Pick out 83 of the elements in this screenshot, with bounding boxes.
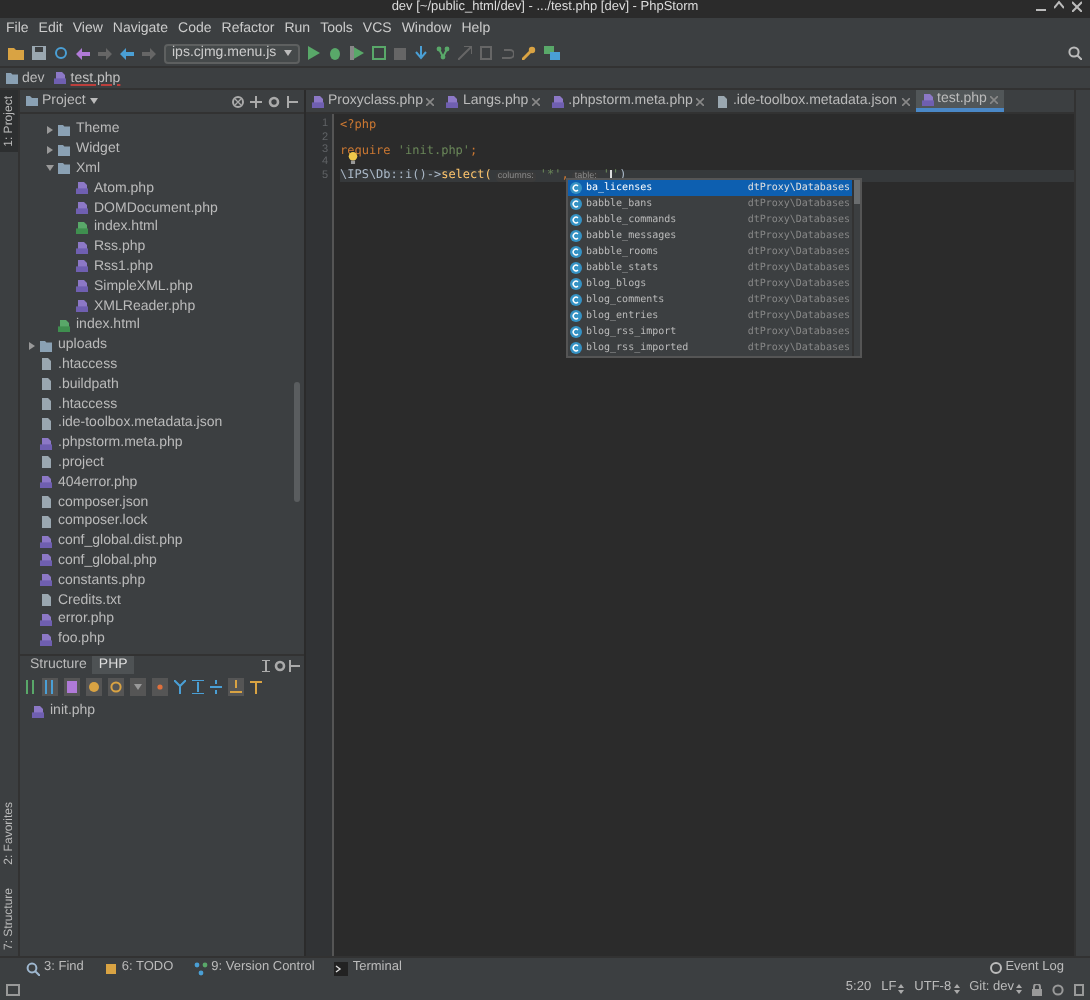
scrollbar[interactable] bbox=[854, 180, 860, 204]
warning-icon[interactable] bbox=[86, 678, 102, 696]
php-file-icon bbox=[40, 574, 52, 587]
caret-icon bbox=[89, 98, 98, 104]
caret-icon bbox=[953, 984, 960, 994]
php-file-icon bbox=[446, 95, 459, 107]
html-file-icon bbox=[76, 221, 88, 234]
lock-icon[interactable] bbox=[1032, 983, 1042, 995]
note-icon bbox=[103, 961, 118, 975]
expand-icon[interactable] bbox=[260, 659, 272, 671]
php-file-icon bbox=[76, 202, 88, 215]
expand-all-icon[interactable] bbox=[192, 680, 204, 694]
search-icon[interactable] bbox=[1068, 46, 1082, 60]
search-icon bbox=[26, 961, 40, 975]
vcs-update-icon[interactable] bbox=[414, 46, 429, 60]
terminal-icon bbox=[334, 961, 349, 975]
class-icon bbox=[570, 294, 582, 306]
wrench-icon[interactable] bbox=[522, 46, 537, 60]
sort-icon[interactable] bbox=[24, 680, 36, 694]
sort-alpha-icon[interactable] bbox=[42, 678, 58, 696]
scroll-from-source-icon[interactable] bbox=[250, 95, 262, 107]
php-file-icon bbox=[40, 476, 52, 489]
class-icon bbox=[570, 198, 582, 210]
run-icon[interactable] bbox=[308, 46, 321, 60]
folder-icon bbox=[40, 339, 52, 352]
hide-icon[interactable] bbox=[288, 659, 300, 671]
class-icon bbox=[570, 230, 582, 242]
php-file-icon bbox=[76, 280, 88, 293]
class-icon bbox=[570, 278, 582, 290]
save-icon[interactable] bbox=[32, 46, 46, 60]
undo-icon[interactable] bbox=[76, 47, 90, 59]
class-icon bbox=[570, 214, 582, 226]
php-file-icon bbox=[40, 613, 52, 626]
file-icon bbox=[40, 456, 52, 469]
filter-icon[interactable] bbox=[130, 678, 146, 696]
file-icon bbox=[716, 95, 729, 107]
php-file-icon bbox=[76, 260, 88, 273]
collapsed-arrow-icon[interactable] bbox=[46, 125, 54, 134]
panel-toggle-icon[interactable] bbox=[6, 983, 20, 995]
windows-icon[interactable] bbox=[544, 46, 561, 60]
php-file-icon bbox=[40, 554, 52, 567]
close-icon[interactable] bbox=[1072, 0, 1082, 12]
branch-icon bbox=[193, 961, 208, 975]
class-icon bbox=[570, 342, 582, 354]
settings-icon[interactable] bbox=[268, 95, 280, 107]
pin-icon[interactable] bbox=[250, 680, 262, 694]
php-file-icon bbox=[552, 95, 565, 107]
php-file-icon bbox=[40, 437, 52, 450]
php-file-icon bbox=[312, 95, 324, 107]
class-icon bbox=[570, 262, 582, 274]
expanded-arrow-icon[interactable] bbox=[46, 164, 54, 173]
file-icon bbox=[40, 594, 52, 607]
caret-icon bbox=[284, 50, 293, 56]
class-icon bbox=[570, 326, 582, 338]
php-file-icon bbox=[76, 241, 88, 254]
show-fields-icon[interactable] bbox=[64, 678, 80, 696]
php-file-icon bbox=[40, 535, 52, 548]
branch-icon[interactable] bbox=[436, 46, 451, 60]
hierarchy-icon[interactable] bbox=[174, 680, 186, 694]
collapsed-arrow-icon[interactable] bbox=[46, 145, 54, 154]
speech-bubble-icon bbox=[989, 962, 1002, 974]
settings-icon[interactable] bbox=[274, 659, 286, 671]
class-icon bbox=[570, 246, 582, 258]
php-file-icon bbox=[40, 633, 52, 646]
gear-icon[interactable] bbox=[108, 678, 124, 696]
class-icon bbox=[570, 310, 582, 322]
back-icon[interactable] bbox=[120, 47, 134, 59]
dot-icon[interactable] bbox=[152, 678, 168, 696]
class-icon bbox=[570, 182, 582, 194]
hide-icon[interactable] bbox=[286, 95, 298, 107]
maximize-icon[interactable] bbox=[1054, 0, 1064, 12]
php-file-icon bbox=[54, 72, 67, 84]
coverage-icon[interactable] bbox=[350, 46, 365, 60]
caret-icon bbox=[898, 984, 905, 994]
collapse-icon[interactable] bbox=[232, 95, 244, 107]
php-file-icon bbox=[76, 300, 88, 313]
php-file-icon bbox=[921, 93, 934, 105]
caret-icon bbox=[1016, 984, 1022, 994]
collapsed-arrow-icon[interactable] bbox=[28, 341, 36, 350]
php-file-icon bbox=[76, 182, 88, 195]
html-file-icon bbox=[58, 319, 70, 332]
collapse-all-icon[interactable] bbox=[210, 680, 222, 694]
php-file-icon bbox=[32, 705, 44, 717]
